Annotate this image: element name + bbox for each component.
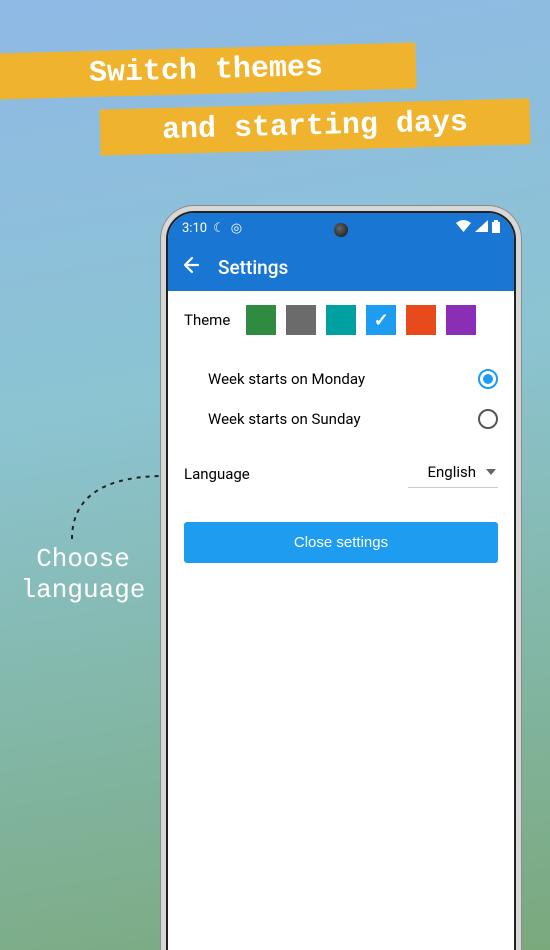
chevron-down-icon xyxy=(486,469,496,475)
language-label: Language xyxy=(184,465,250,483)
annotation-text: Choose language xyxy=(8,544,158,606)
status-time: 3:10 xyxy=(182,221,207,236)
promo-banner-line1: Switch themes xyxy=(0,43,417,100)
theme-swatch-purple[interactable] xyxy=(446,305,476,335)
radio-unchecked-icon[interactable] xyxy=(478,409,498,429)
theme-swatch-gray[interactable] xyxy=(286,305,316,335)
app-bar: Settings xyxy=(168,243,514,291)
phone-frame: 3:10 ☾ ◎ xyxy=(160,205,522,950)
theme-swatch-orange[interactable] xyxy=(406,305,436,335)
moon-icon: ☾ xyxy=(213,221,225,236)
phone-camera xyxy=(334,223,348,237)
theme-label: Theme xyxy=(184,311,230,329)
signal-icon xyxy=(475,220,488,236)
weekstart-monday-row[interactable]: Week starts on Monday xyxy=(184,359,498,399)
promo-banner-line2: and starting days xyxy=(99,98,530,155)
close-settings-button[interactable]: Close settings xyxy=(184,522,498,563)
weekstart-monday-label: Week starts on Monday xyxy=(208,370,365,388)
theme-swatch-blue[interactable] xyxy=(366,305,396,335)
theme-swatch-green[interactable] xyxy=(246,305,276,335)
back-button[interactable] xyxy=(180,255,200,280)
battery-icon xyxy=(492,220,500,237)
theme-row: Theme xyxy=(184,305,498,335)
theme-swatch-teal[interactable] xyxy=(326,305,356,335)
radio-checked-icon[interactable] xyxy=(478,369,498,389)
wifi-icon xyxy=(456,220,471,236)
weekstart-sunday-row[interactable]: Week starts on Sunday xyxy=(184,399,498,439)
page-title: Settings xyxy=(218,256,288,279)
language-row: Language English xyxy=(184,439,498,498)
language-dropdown[interactable]: English xyxy=(408,459,498,488)
dnd-icon: ◎ xyxy=(231,221,242,236)
weekstart-sunday-label: Week starts on Sunday xyxy=(208,410,361,428)
language-value: English xyxy=(427,463,476,481)
